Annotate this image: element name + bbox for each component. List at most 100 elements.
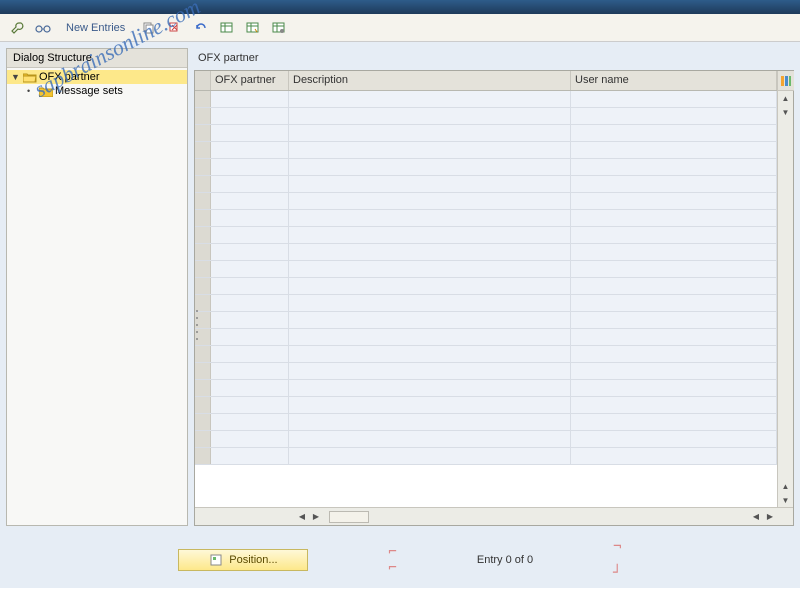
row-selector[interactable] <box>195 142 211 158</box>
cell-description[interactable] <box>289 108 571 124</box>
copy-icon[interactable] <box>137 18 159 38</box>
cell-user-name[interactable] <box>571 210 777 226</box>
table-row[interactable] <box>195 227 777 244</box>
table-row[interactable] <box>195 278 777 295</box>
table-row[interactable] <box>195 261 777 278</box>
cell-user-name[interactable] <box>571 125 777 141</box>
row-selector[interactable] <box>195 278 211 294</box>
scissors-icon[interactable] <box>163 18 185 38</box>
cell-description[interactable] <box>289 125 571 141</box>
table-settings-icon[interactable] <box>267 18 289 38</box>
cell-description[interactable] <box>289 244 571 260</box>
row-selector[interactable] <box>195 159 211 175</box>
cell-description[interactable] <box>289 159 571 175</box>
scroll-left-icon[interactable]: ◀ <box>295 510 309 524</box>
cell-description[interactable] <box>289 295 571 311</box>
cell-description[interactable] <box>289 431 571 447</box>
cell-ofx-partner[interactable] <box>211 414 289 430</box>
cell-ofx-partner[interactable] <box>211 295 289 311</box>
cell-ofx-partner[interactable] <box>211 312 289 328</box>
cell-description[interactable] <box>289 414 571 430</box>
row-selector[interactable] <box>195 414 211 430</box>
scroll-thumb[interactable] <box>329 511 369 523</box>
cell-ofx-partner[interactable] <box>211 227 289 243</box>
table-row[interactable] <box>195 397 777 414</box>
cell-user-name[interactable] <box>571 329 777 345</box>
table-row[interactable] <box>195 312 777 329</box>
cell-description[interactable] <box>289 346 571 362</box>
cell-ofx-partner[interactable] <box>211 244 289 260</box>
cell-description[interactable] <box>289 448 571 464</box>
undo-icon[interactable] <box>189 18 211 38</box>
row-selector[interactable] <box>195 363 211 379</box>
cell-user-name[interactable] <box>571 108 777 124</box>
cell-user-name[interactable] <box>571 159 777 175</box>
cell-description[interactable] <box>289 227 571 243</box>
cell-user-name[interactable] <box>571 448 777 464</box>
cell-user-name[interactable] <box>571 295 777 311</box>
splitter-handle[interactable] <box>196 310 200 340</box>
cell-ofx-partner[interactable] <box>211 278 289 294</box>
row-selector[interactable] <box>195 448 211 464</box>
cell-user-name[interactable] <box>571 142 777 158</box>
cell-description[interactable] <box>289 176 571 192</box>
row-selector[interactable] <box>195 244 211 260</box>
cell-user-name[interactable] <box>571 397 777 413</box>
cell-ofx-partner[interactable] <box>211 363 289 379</box>
row-selector[interactable] <box>195 295 211 311</box>
table-row[interactable] <box>195 142 777 159</box>
cell-ofx-partner[interactable] <box>211 448 289 464</box>
table-row[interactable] <box>195 414 777 431</box>
table-row[interactable] <box>195 108 777 125</box>
cell-user-name[interactable] <box>571 312 777 328</box>
horizontal-scrollbar[interactable]: ◀ ▶ ◀ ▶ <box>195 507 793 525</box>
vertical-scrollbar[interactable]: ▲ ▼ ▲ ▼ <box>777 71 793 507</box>
cell-ofx-partner[interactable] <box>211 159 289 175</box>
cell-description[interactable] <box>289 210 571 226</box>
cell-user-name[interactable] <box>571 227 777 243</box>
table-icon[interactable] <box>215 18 237 38</box>
new-entries-button[interactable]: New Entries <box>58 22 133 34</box>
cell-user-name[interactable] <box>571 261 777 277</box>
scroll-up-icon[interactable]: ▲ <box>779 479 793 493</box>
scroll-right-icon[interactable]: ▶ <box>309 510 323 524</box>
cell-ofx-partner[interactable] <box>211 346 289 362</box>
cell-ofx-partner[interactable] <box>211 431 289 447</box>
cell-user-name[interactable] <box>571 346 777 362</box>
table-row[interactable] <box>195 329 777 346</box>
glasses-icon[interactable] <box>32 18 54 38</box>
configure-columns-icon[interactable] <box>778 71 794 91</box>
position-button[interactable]: Position... <box>178 549 308 571</box>
cell-user-name[interactable] <box>571 278 777 294</box>
scroll-down-icon[interactable]: ▼ <box>779 105 793 119</box>
expand-icon[interactable]: ▼ <box>11 72 21 82</box>
cell-user-name[interactable] <box>571 414 777 430</box>
cell-user-name[interactable] <box>571 380 777 396</box>
table-row[interactable] <box>195 346 777 363</box>
table-row[interactable] <box>195 125 777 142</box>
cell-user-name[interactable] <box>571 91 777 107</box>
row-selector[interactable] <box>195 91 211 107</box>
cell-ofx-partner[interactable] <box>211 91 289 107</box>
row-selector[interactable] <box>195 210 211 226</box>
cell-user-name[interactable] <box>571 193 777 209</box>
cell-user-name[interactable] <box>571 176 777 192</box>
row-selector[interactable] <box>195 227 211 243</box>
table-row[interactable] <box>195 295 777 312</box>
cell-ofx-partner[interactable] <box>211 397 289 413</box>
row-selector[interactable] <box>195 261 211 277</box>
row-selector[interactable] <box>195 380 211 396</box>
scroll-up-icon[interactable]: ▲ <box>779 91 793 105</box>
column-header-description[interactable]: Description <box>289 71 571 90</box>
table-row[interactable] <box>195 363 777 380</box>
row-selector[interactable] <box>195 108 211 124</box>
cell-description[interactable] <box>289 363 571 379</box>
cell-user-name[interactable] <box>571 363 777 379</box>
row-selector[interactable] <box>195 346 211 362</box>
cell-description[interactable] <box>289 193 571 209</box>
table-row[interactable] <box>195 176 777 193</box>
row-selector[interactable] <box>195 397 211 413</box>
scroll-left-icon[interactable]: ◀ <box>749 510 763 524</box>
cell-user-name[interactable] <box>571 431 777 447</box>
row-selector[interactable] <box>195 125 211 141</box>
